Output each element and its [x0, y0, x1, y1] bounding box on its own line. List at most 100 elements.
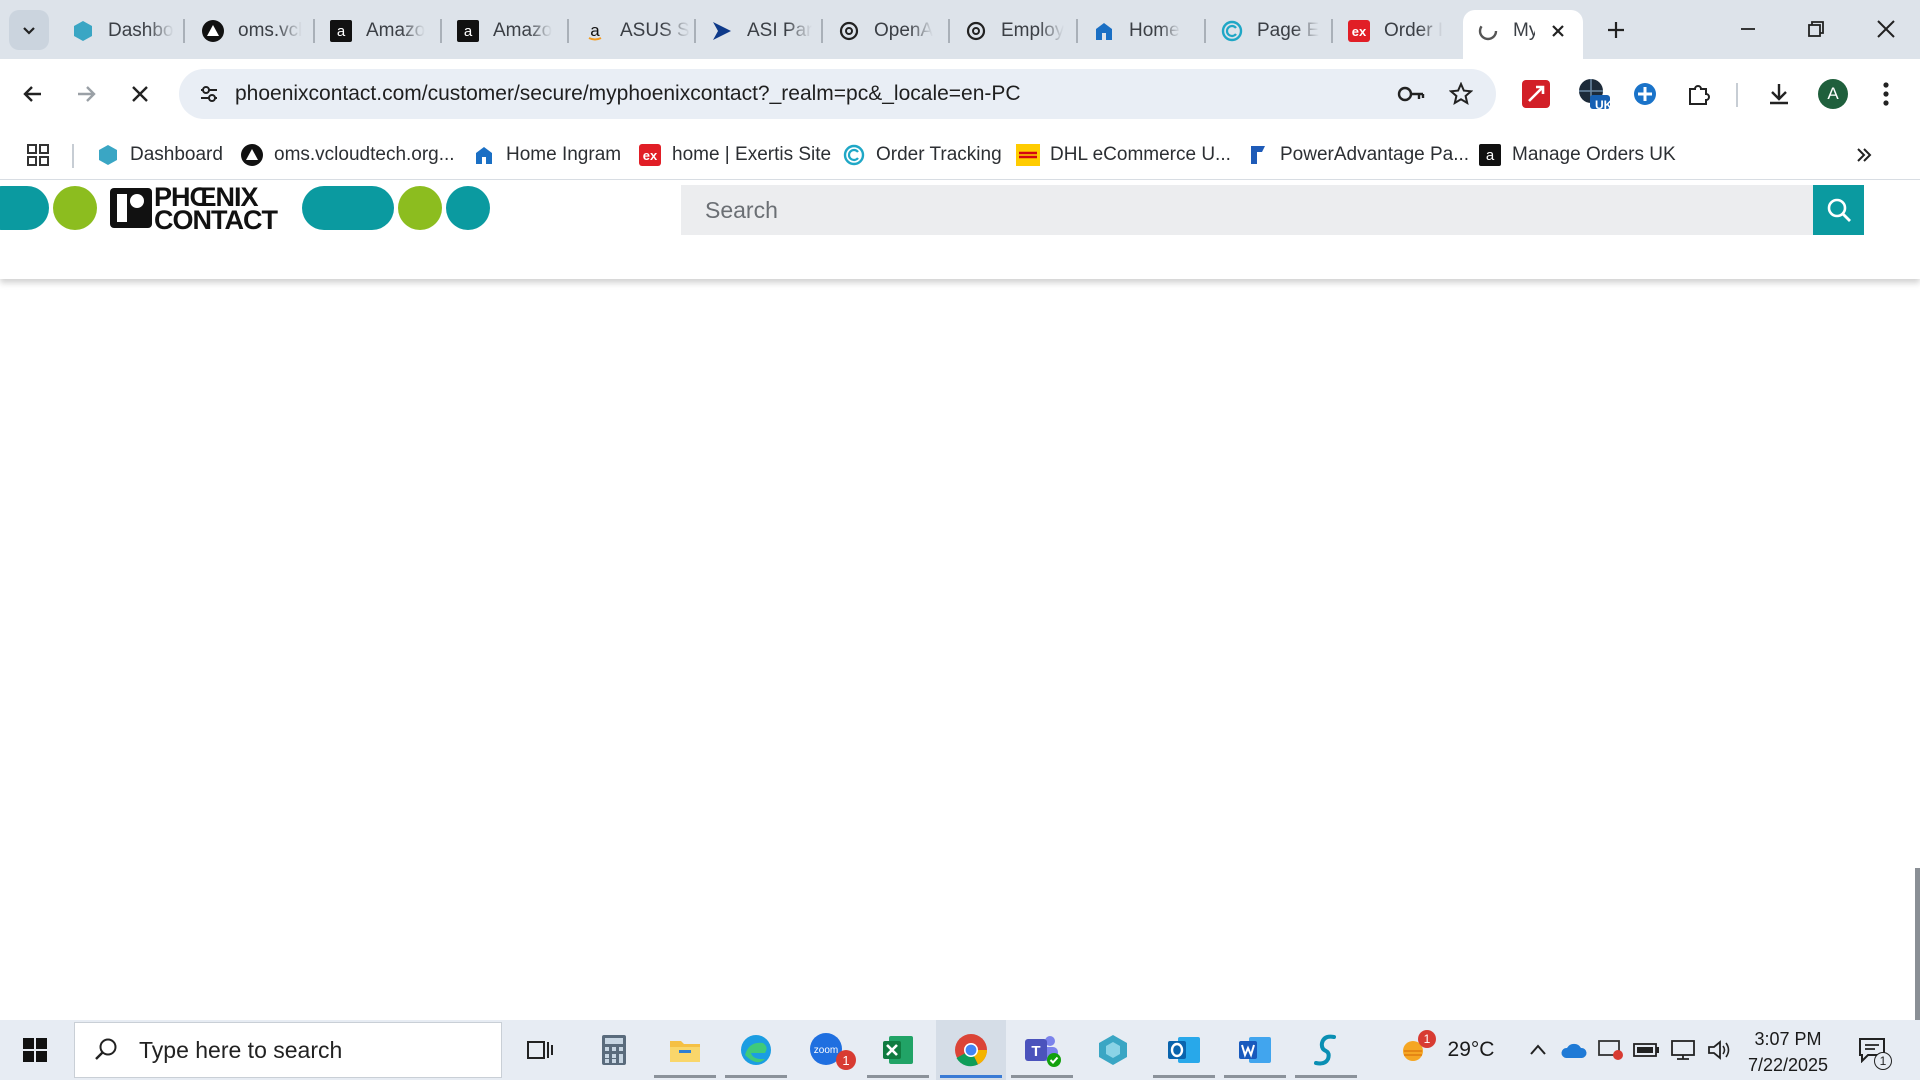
bookmark-oms[interactable]: oms.vcloudtech.org... — [240, 138, 455, 172]
apps-button[interactable] — [26, 138, 50, 172]
tab-asi-partner[interactable]: ASI Par — [697, 10, 821, 51]
exertis-icon: ex — [638, 143, 662, 167]
onedrive-tray-button[interactable] — [1558, 1020, 1588, 1080]
uk-vpn-extension-button[interactable]: UK — [1571, 72, 1615, 116]
close-tab-icon[interactable] — [1547, 20, 1569, 42]
tab-amazon-2[interactable]: a Amazo — [443, 10, 567, 51]
tab-separator — [440, 19, 442, 43]
extensions-button[interactable] — [1677, 72, 1721, 116]
taskbar-sway-app[interactable] — [1291, 1020, 1361, 1080]
asi-arrow-icon — [711, 20, 733, 42]
tab-title: Order I — [1384, 19, 1444, 41]
taskbar-excel[interactable] — [863, 1020, 933, 1080]
weather-widget-icon[interactable]: 1 — [1396, 1020, 1436, 1080]
taskbar-calculator[interactable] — [579, 1020, 649, 1080]
taskbar-zoom[interactable]: zoom 1 — [792, 1020, 862, 1080]
taskbar-outlook[interactable] — [1149, 1020, 1219, 1080]
tab-title: Amazo — [493, 19, 553, 41]
forward-button[interactable] — [64, 72, 108, 116]
tab-openai[interactable]: OpenA — [824, 10, 948, 51]
windows-taskbar: Type here to search zoom 1 T 1 29°C 3:07… — [0, 1020, 1920, 1080]
tab-myphoenixcontact[interactable]: My — [1463, 10, 1583, 59]
battery-tray-button[interactable] — [1632, 1020, 1662, 1080]
active-app-indicator — [867, 1075, 929, 1078]
tab-oms[interactable]: oms.vcl — [188, 10, 312, 51]
volume-tray-button[interactable] — [1704, 1020, 1734, 1080]
taskbar-word[interactable] — [1220, 1020, 1290, 1080]
tab-home[interactable]: Home — [1079, 10, 1203, 51]
plus-icon — [1608, 22, 1624, 38]
tab-employ[interactable]: Employ — [951, 10, 1075, 51]
site-info-button[interactable] — [189, 74, 229, 114]
network-icon — [1671, 1040, 1695, 1060]
start-button[interactable] — [0, 1020, 70, 1080]
minimize-button[interactable] — [1714, 0, 1782, 58]
bookmark-manage-orders-uk[interactable]: a Manage Orders UK — [1478, 138, 1676, 172]
downloads-button[interactable] — [1757, 72, 1801, 116]
weather-temperature[interactable]: 29°C — [1440, 1020, 1502, 1080]
network-tray-button[interactable] — [1668, 1020, 1698, 1080]
tab-page-e[interactable]: Page E — [1207, 10, 1331, 51]
acrobat-extension-button[interactable] — [1514, 72, 1558, 116]
address-bar[interactable]: phoenixcontact.com/customer/secure/mypho… — [179, 69, 1496, 119]
profile-button[interactable]: A — [1811, 72, 1855, 116]
arrow-left-icon — [23, 86, 41, 102]
bookmark-order-tracking[interactable]: Order Tracking — [842, 138, 1002, 172]
tab-title: Employ — [1001, 19, 1065, 41]
security-tray-button[interactable] — [1596, 1020, 1626, 1080]
tab-title: oms.vcl — [238, 19, 303, 41]
tune-icon — [201, 86, 217, 102]
taskbar-file-explorer[interactable] — [650, 1020, 720, 1080]
bookmark-exertis[interactable]: ex home | Exertis Site — [638, 138, 831, 172]
task-view-button[interactable] — [505, 1020, 575, 1080]
restore-button[interactable] — [1782, 0, 1850, 58]
tab-search-button[interactable] — [9, 10, 49, 50]
tab-title: ASUS S — [620, 19, 690, 41]
show-hidden-icons-button[interactable] — [1524, 1020, 1552, 1080]
taskbar-teams[interactable]: T — [1007, 1020, 1077, 1080]
phoenix-icon — [1477, 20, 1499, 42]
scrollbar-thumb[interactable] — [1915, 868, 1920, 1020]
stop-loading-button[interactable] — [118, 72, 162, 116]
script-s-icon — [1314, 1034, 1336, 1066]
taskbar-edge[interactable] — [721, 1020, 791, 1080]
new-tab-button[interactable] — [1598, 12, 1634, 48]
clock[interactable]: 3:07 PM 7/22/2025 — [1740, 1026, 1836, 1078]
tab-separator — [567, 19, 569, 43]
web-page: PHŒNIX CONTACT — [0, 181, 1920, 1020]
notification-center-button[interactable]: 1 — [1852, 1020, 1892, 1080]
brand-circle-shape — [398, 186, 442, 230]
search-input[interactable] — [681, 185, 1814, 235]
avatar: A — [1818, 79, 1848, 109]
password-key-button[interactable] — [1393, 76, 1429, 112]
exertis-icon: ex — [1348, 19, 1370, 42]
brand-circle-shape — [446, 186, 490, 230]
tab-asus[interactable]: a ASUS S — [570, 10, 694, 51]
openai-icon — [965, 20, 987, 42]
notification-count-badge: 1 — [1874, 1052, 1892, 1070]
bookmark-star-button[interactable] — [1443, 76, 1479, 112]
chrome-menu-button[interactable] — [1864, 72, 1908, 116]
back-button[interactable] — [11, 72, 55, 116]
taskbar-dashboard-app[interactable] — [1078, 1020, 1148, 1080]
puzzle-plus-extension-button[interactable] — [1623, 72, 1667, 116]
more-bookmarks-button[interactable] — [1854, 138, 1874, 172]
tab-dashboard[interactable]: Dashbo — [58, 10, 182, 51]
chevron-double-right-icon — [1857, 148, 1872, 162]
tab-order[interactable]: ex Order I — [1334, 10, 1458, 51]
amazon-icon: a — [330, 19, 352, 42]
bookmark-dhl[interactable]: DHL eCommerce U... — [1016, 138, 1231, 172]
close-window-button[interactable] — [1852, 0, 1920, 58]
taskbar-chrome[interactable] — [936, 1020, 1006, 1080]
svg-text:ex: ex — [643, 148, 658, 163]
taskbar-search-box[interactable]: Type here to search — [74, 1022, 502, 1078]
bookmark-poweradvantage[interactable]: PowerAdvantage Pa... — [1246, 138, 1469, 172]
tab-amazon-1[interactable]: a Amazo — [316, 10, 440, 51]
brand-pill-shape — [0, 186, 49, 230]
bookmark-home-ingram[interactable]: Home Ingram — [472, 138, 621, 172]
tab-title: OpenA — [874, 19, 934, 41]
svg-text:T: T — [1031, 1043, 1040, 1060]
bookmark-label: DHL eCommerce U... — [1050, 144, 1231, 165]
search-button[interactable] — [1813, 185, 1864, 235]
bookmark-dashboard[interactable]: Dashboard — [96, 138, 223, 172]
